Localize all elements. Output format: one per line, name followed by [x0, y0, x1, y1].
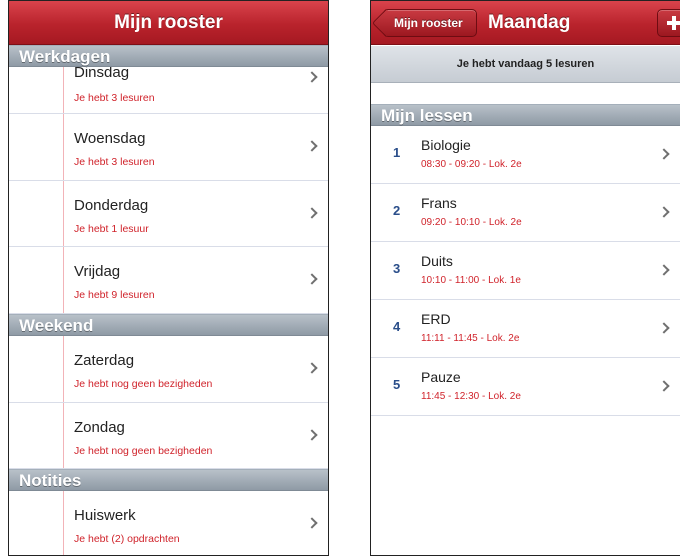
chevron-right-icon: [306, 362, 318, 374]
row-title: Vrijdag: [74, 263, 121, 280]
row-title: Zaterdag: [74, 352, 135, 369]
lesson-number: 3: [393, 261, 401, 276]
lesson-number: 1: [393, 145, 401, 160]
lesson-item-5[interactable]: 5 Pauze 11:45 - 12:30 - Lok. 2e: [371, 358, 680, 416]
margin-line: [63, 181, 64, 246]
navigation-bar: Mijn rooster Maandag: [371, 1, 680, 45]
row-title: Huiswerk: [74, 507, 136, 524]
list-item-woensdag[interactable]: Woensdag Je hebt 3 lesuren: [9, 114, 328, 181]
chevron-right-icon: [658, 264, 670, 276]
lesson-title: ERD: [421, 311, 451, 327]
chevron-right-icon: [306, 140, 318, 152]
margin-line: [63, 247, 64, 313]
list-item-huiswerk[interactable]: Huiswerk Je hebt (2) opdrachten: [9, 491, 328, 555]
list-item-donderdag[interactable]: Donderdag Je hebt 1 lesuur: [9, 181, 328, 247]
list-item-vrijdag[interactable]: Vrijdag Je hebt 9 lesuren: [9, 247, 328, 314]
lesson-title: Duits: [421, 253, 453, 269]
lesson-title: Biologie: [421, 137, 471, 153]
chevron-right-icon: [306, 273, 318, 285]
lesson-number: 2: [393, 203, 401, 218]
back-button-label: Mijn rooster: [394, 16, 463, 30]
lesson-details: 11:45 - 12:30 - Lok. 2e: [421, 391, 521, 402]
section-header-weekend: Weekend: [9, 314, 328, 336]
weekly-schedule-screen: Dinsdag Je hebt 3 lesuren Werkdagen Woen…: [8, 0, 329, 556]
row-subtitle: Je hebt nog geen bezigheden: [74, 445, 213, 457]
chevron-right-icon: [306, 429, 318, 441]
add-button[interactable]: [657, 9, 680, 37]
lesson-details: 11:11 - 11:45 - Lok. 2e: [421, 333, 520, 344]
list-item-zaterdag[interactable]: Zaterdag Je hebt nog geen bezigheden: [9, 336, 328, 403]
chevron-right-icon: [658, 148, 670, 160]
list-item-zondag[interactable]: Zondag Je hebt nog geen bezigheden: [9, 403, 328, 469]
lesson-count-banner: Je hebt vandaag 5 lesuren: [371, 46, 680, 83]
page-title: Maandag: [488, 12, 571, 33]
row-subtitle: Je hebt 9 lesuren: [74, 289, 155, 301]
row-subtitle: Je hebt 3 lesuren: [74, 156, 155, 168]
page-title: Mijn rooster: [114, 12, 223, 33]
lesson-title: Frans: [421, 195, 457, 211]
row-title: Zondag: [74, 419, 125, 436]
row-title: Woensdag: [74, 130, 146, 147]
lesson-item-2[interactable]: 2 Frans 09:20 - 10:10 - Lok. 2e: [371, 184, 680, 242]
row-title: Donderdag: [74, 197, 149, 214]
day-schedule-screen: Mijn rooster Maandag Je hebt vandaag 5 l…: [370, 0, 680, 556]
plus-icon: [667, 16, 680, 30]
lesson-details: 10:10 - 11:00 - Lok. 1e: [421, 275, 521, 286]
row-subtitle: Je hebt 1 lesuur: [74, 223, 149, 235]
row-subtitle: Je hebt nog geen bezigheden: [74, 378, 213, 390]
lesson-number: 4: [393, 319, 401, 334]
lesson-details: 08:30 - 09:20 - Lok. 2e: [421, 159, 522, 170]
margin-line: [63, 114, 64, 180]
margin-line: [63, 403, 64, 468]
chevron-right-icon: [306, 517, 318, 529]
navigation-bar: Mijn rooster: [9, 1, 328, 45]
chevron-right-icon: [658, 322, 670, 334]
row-subtitle: Je hebt (2) opdrachten: [74, 533, 180, 545]
chevron-right-icon: [306, 71, 318, 83]
lesson-number: 5: [393, 377, 401, 392]
lesson-item-1[interactable]: 1 Biologie 08:30 - 09:20 - Lok. 2e: [371, 126, 680, 184]
margin-line: [63, 336, 64, 402]
section-header-werkdagen: Werkdagen: [9, 45, 328, 67]
lesson-item-3[interactable]: 3 Duits 10:10 - 11:00 - Lok. 1e: [371, 242, 680, 300]
section-header-notities: Notities: [9, 469, 328, 491]
chevron-right-icon: [306, 207, 318, 219]
chevron-right-icon: [658, 206, 670, 218]
lesson-details: 09:20 - 10:10 - Lok. 2e: [421, 217, 522, 228]
back-button[interactable]: Mijn rooster: [383, 9, 477, 37]
margin-line: [63, 491, 64, 555]
lesson-title: Pauze: [421, 369, 461, 385]
section-header-mijn-lessen: Mijn lessen: [371, 104, 680, 126]
lesson-item-4[interactable]: 4 ERD 11:11 - 11:45 - Lok. 2e: [371, 300, 680, 358]
row-subtitle: Je hebt 3 lesuren: [74, 92, 155, 104]
chevron-right-icon: [658, 380, 670, 392]
